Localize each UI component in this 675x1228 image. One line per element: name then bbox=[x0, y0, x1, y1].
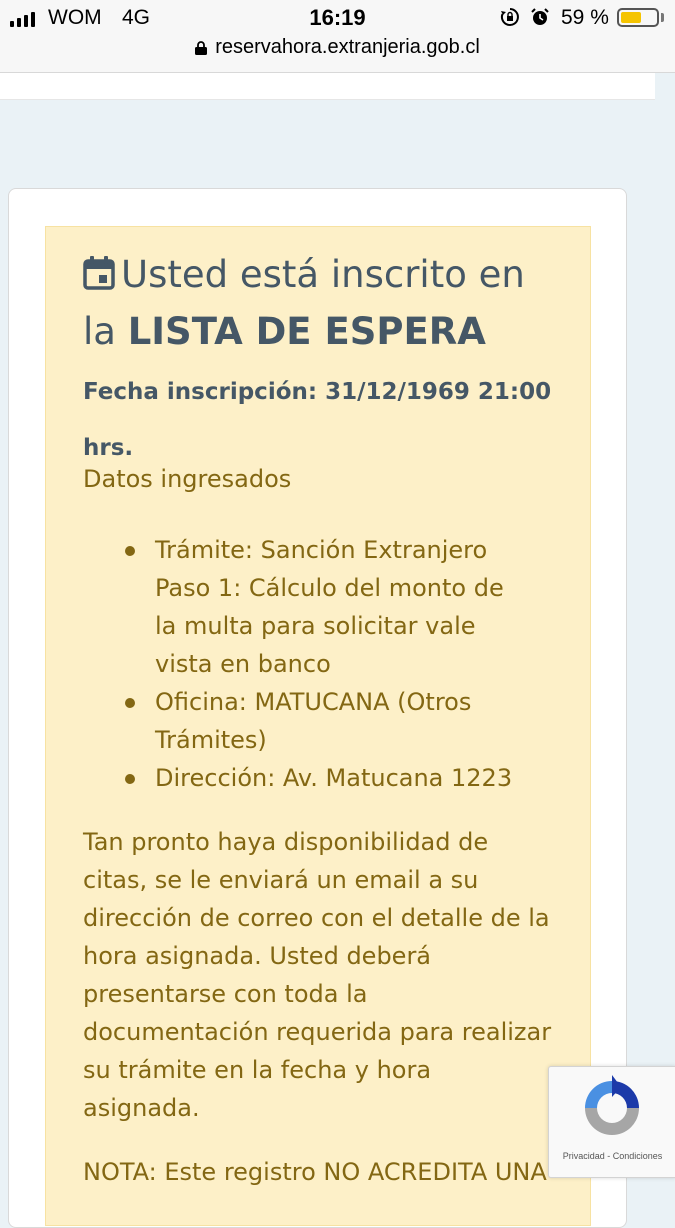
registration-date: Fecha inscripción: 31/12/1969 21:00 hrs. bbox=[83, 379, 552, 461]
entered-data-list: Trámite: Sanción Extranjero Paso 1: Cálc… bbox=[125, 531, 525, 797]
list-item-tramite: Trámite: Sanción Extranjero Paso 1: Cálc… bbox=[125, 531, 525, 683]
status-bar: WOM 4G 16:19 59 % reservahora.extranjeri… bbox=[0, 0, 675, 73]
alert-title: Usted está inscrito en la LISTA DE ESPER… bbox=[83, 248, 563, 359]
page-header-strip bbox=[0, 73, 655, 100]
battery-level bbox=[621, 12, 641, 23]
battery-icon bbox=[617, 8, 659, 27]
alarm-icon bbox=[531, 8, 549, 25]
entered-data-label: Datos ingresados bbox=[83, 465, 292, 493]
recaptcha-links[interactable]: Privacidad - Condiciones bbox=[549, 1151, 675, 1161]
page-url: reservahora.extranjeria.gob.cl bbox=[215, 36, 480, 58]
availability-message: Tan pronto haya disponibilidad de citas,… bbox=[83, 828, 552, 1122]
address-bar[interactable]: reservahora.extranjeria.gob.cl bbox=[0, 36, 675, 59]
calendar-icon bbox=[83, 251, 115, 305]
battery-tip bbox=[661, 13, 664, 22]
lock-icon bbox=[195, 40, 208, 55]
battery-percentage: 59 % bbox=[561, 6, 609, 29]
recaptcha-badge[interactable]: Privacidad - Condiciones bbox=[548, 1066, 675, 1178]
note-text: NOTA: Este registro NO ACREDITA UNA bbox=[83, 1158, 547, 1186]
alert-title-bold: LISTA DE ESPERA bbox=[127, 310, 486, 353]
recaptcha-icon bbox=[585, 1075, 639, 1135]
list-item-direccion: Dirección: Av. Matucana 1223 bbox=[125, 759, 525, 797]
list-item-oficina: Oficina: MATUCANA (Otros Trámites) bbox=[125, 683, 525, 759]
rotation-lock-icon bbox=[500, 8, 519, 26]
